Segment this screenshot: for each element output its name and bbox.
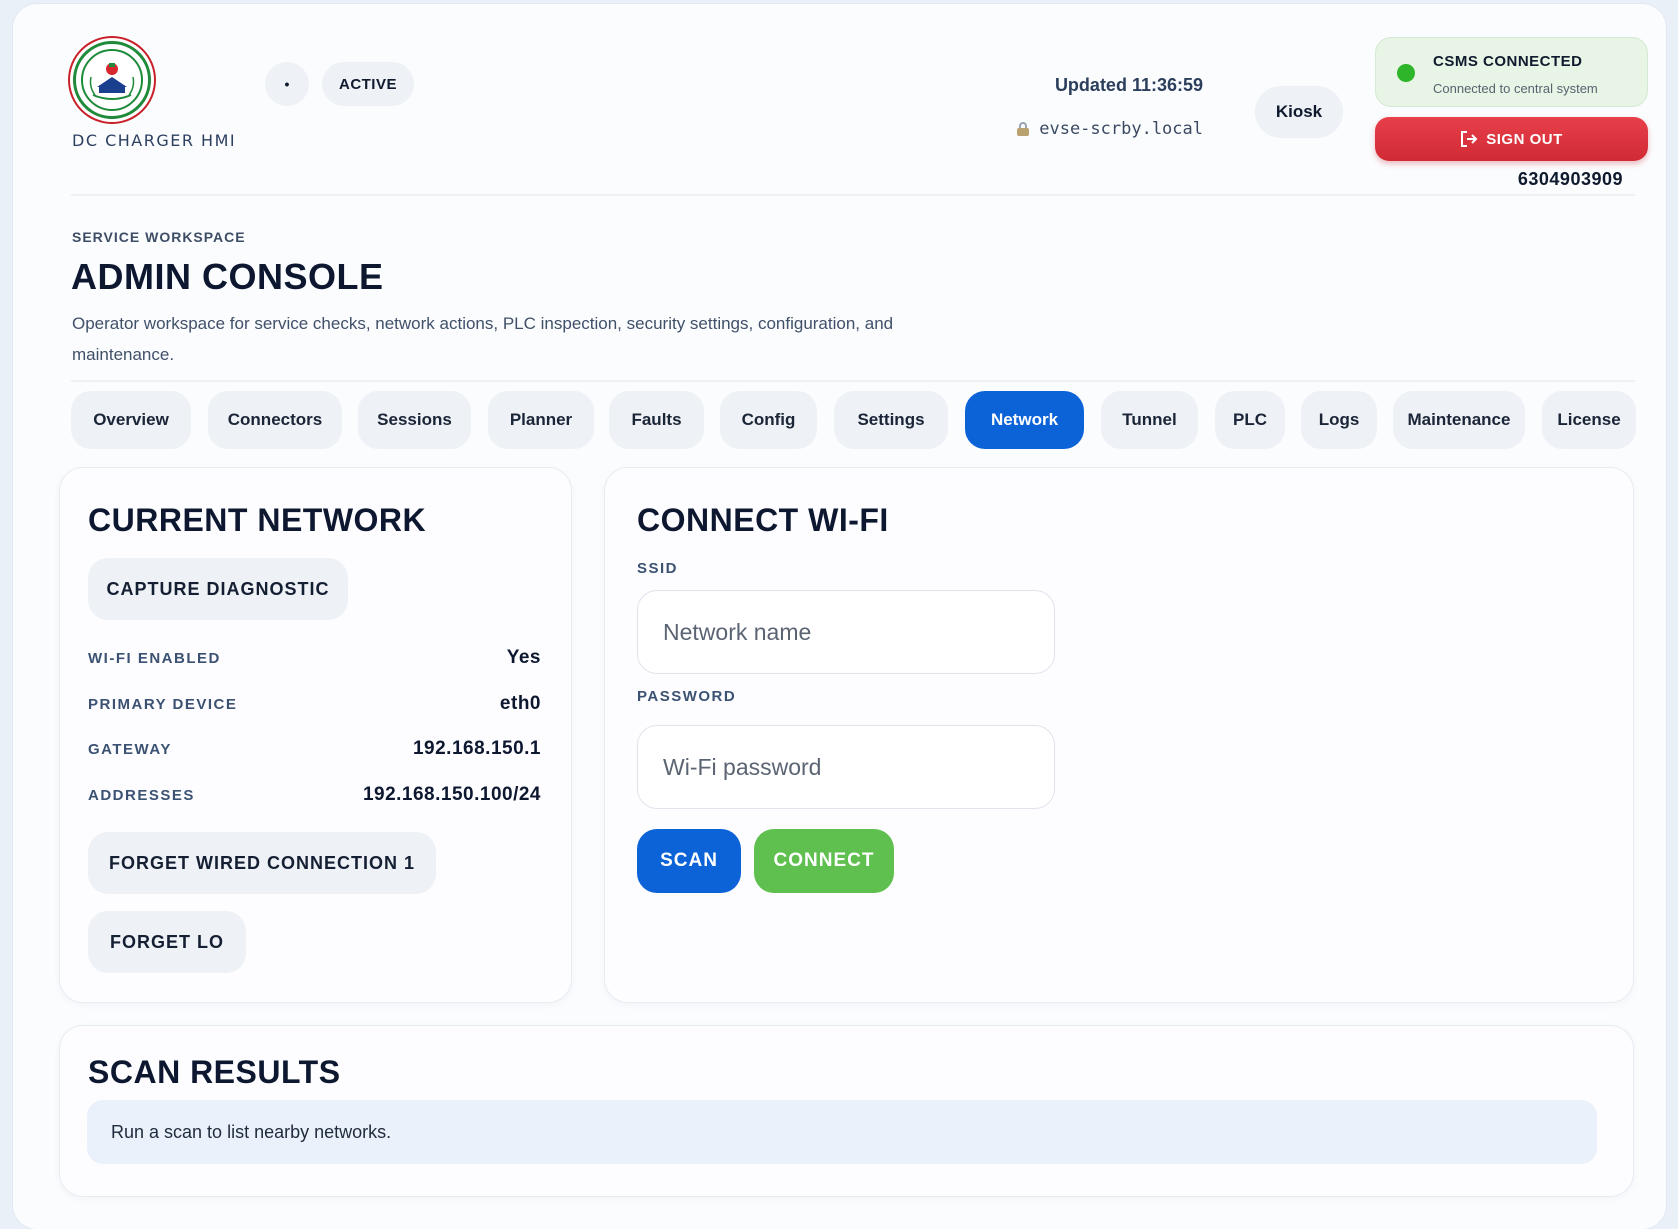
connect-button[interactable]: CONNECT xyxy=(754,829,894,893)
scan-button[interactable]: SCAN xyxy=(637,829,741,893)
ssid-label: SSID xyxy=(637,560,679,577)
header-divider xyxy=(71,194,1635,196)
tab-overview[interactable]: Overview xyxy=(71,391,191,449)
gateway-label: GATEWAY xyxy=(88,741,172,758)
connect-wifi-card: CONNECT WI-FI SSID PASSWORD SCAN CONNECT xyxy=(604,467,1634,1003)
forget-lo-button[interactable]: FORGET LO xyxy=(88,911,246,973)
tab-plc[interactable]: PLC xyxy=(1215,391,1285,449)
tab-faults[interactable]: Faults xyxy=(609,391,704,449)
sign-out-icon xyxy=(1461,131,1478,147)
current-network-title: CURRENT NETWORK xyxy=(88,502,427,538)
app-shell: DC CHARGER HMI • ACTIVE Updated 11:36:59… xyxy=(13,4,1666,1229)
tab-connectors[interactable]: Connectors xyxy=(208,391,342,449)
capture-diagnostic-button[interactable]: CAPTURE DIAGNOSTIC xyxy=(88,558,348,620)
tab-sessions[interactable]: Sessions xyxy=(358,391,471,449)
tab-settings[interactable]: Settings xyxy=(834,391,948,449)
connect-wifi-title: CONNECT WI-FI xyxy=(637,502,889,538)
scan-results-empty-message: Run a scan to list nearby networks. xyxy=(87,1100,1597,1164)
tab-config[interactable]: Config xyxy=(720,391,817,449)
host-name: evse-scrby.local xyxy=(1039,119,1203,139)
status-dot-indicator: • xyxy=(265,62,309,106)
lock-icon xyxy=(1017,122,1030,136)
page-description: Operator workspace for service checks, n… xyxy=(72,314,894,364)
ssid-input[interactable] xyxy=(637,590,1055,674)
gateway-value: 192.168.150.1 xyxy=(412,738,541,759)
csms-status-card: CSMS CONNECTED Connected to central syst… xyxy=(1375,37,1648,107)
scan-results-card: SCAN RESULTS Run a scan to list nearby n… xyxy=(59,1025,1634,1197)
page-title: ADMIN CONSOLE xyxy=(71,256,384,297)
addresses-label: ADDRESSES xyxy=(88,787,195,804)
phone-number: 6304903909 xyxy=(1517,169,1623,189)
wifi-enabled-value: Yes xyxy=(506,647,541,668)
kiosk-button[interactable]: Kiosk xyxy=(1255,86,1343,138)
brand-name: DC CHARGER HMI xyxy=(72,131,237,150)
updated-timestamp: Updated 11:36:59 xyxy=(1054,75,1203,95)
tab-maintenance[interactable]: Maintenance xyxy=(1393,391,1525,449)
tab-logs[interactable]: Logs xyxy=(1301,391,1377,449)
host-address: evse-scrby.local xyxy=(1017,119,1203,139)
tab-network[interactable]: Network xyxy=(965,391,1084,449)
csms-status-subtitle: Connected to central system xyxy=(1433,81,1598,96)
current-network-card: CURRENT NETWORK CAPTURE DIAGNOSTIC WI-FI… xyxy=(59,467,572,1003)
tab-license[interactable]: License xyxy=(1542,391,1636,449)
sign-out-button[interactable]: SIGN OUT xyxy=(1375,117,1648,161)
password-label: PASSWORD xyxy=(637,688,737,705)
sign-out-label: SIGN OUT xyxy=(1486,130,1563,148)
status-dot-icon xyxy=(1397,64,1415,82)
primary-device-label: PRIMARY DEVICE xyxy=(88,696,238,713)
primary-device-value: eth0 xyxy=(499,693,541,714)
wifi-enabled-label: WI-FI ENABLED xyxy=(88,650,221,667)
status-badge: ACTIVE xyxy=(322,62,414,106)
scan-results-title: SCAN RESULTS xyxy=(88,1054,341,1090)
section-divider xyxy=(71,380,1635,382)
tab-tunnel[interactable]: Tunnel xyxy=(1101,391,1198,449)
password-input[interactable] xyxy=(637,725,1055,809)
addresses-value: 192.168.150.100/24 xyxy=(362,784,541,805)
page-eyebrow: SERVICE WORKSPACE xyxy=(72,229,246,245)
charger-logo-icon xyxy=(73,41,151,119)
csms-status-title: CSMS CONNECTED xyxy=(1433,53,1583,70)
forget-wired-connection-button[interactable]: FORGET WIRED CONNECTION 1 xyxy=(88,832,436,894)
tab-planner[interactable]: Planner xyxy=(488,391,594,449)
